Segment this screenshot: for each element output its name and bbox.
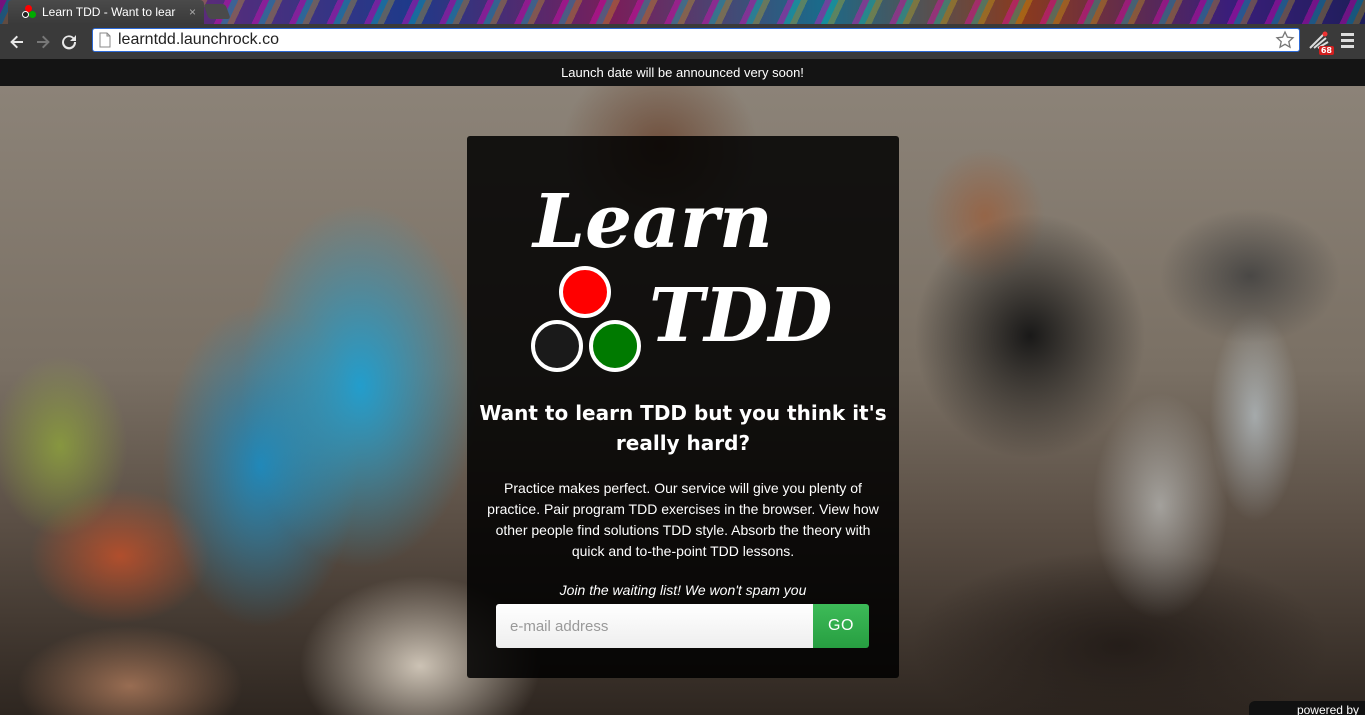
learn-tdd-favicon — [22, 5, 36, 19]
logo-word-tdd: TDD — [649, 273, 833, 359]
browser-toolbar: learntdd.launchrock.co 68 — [0, 24, 1365, 59]
powered-by-badge[interactable]: powered by — [1249, 701, 1365, 715]
arrow-right-icon — [37, 35, 50, 48]
email-field[interactable] — [496, 604, 813, 648]
hero-background: Learn TDD Want to learn TDD but you thin… — [0, 86, 1365, 715]
tab-close-icon[interactable]: × — [189, 5, 196, 19]
logo-dot-green — [589, 320, 641, 372]
go-button[interactable]: GO — [813, 604, 869, 648]
headline: Want to learn TDD but you think it's rea… — [479, 401, 887, 455]
page-icon — [99, 32, 111, 48]
arrow-left-icon — [10, 35, 23, 48]
logo-dot-black — [531, 320, 583, 372]
logo-dot-red — [559, 266, 611, 318]
waiting-list-text: Join the waiting list! We won't spam you — [559, 582, 807, 598]
address-bar[interactable]: learntdd.launchrock.co — [92, 28, 1300, 52]
url-text: learntdd.launchrock.co — [118, 31, 279, 48]
learn-tdd-logo: Learn TDD — [529, 182, 839, 382]
forward-button[interactable] — [30, 29, 56, 55]
new-tab-button[interactable] — [203, 4, 231, 19]
tab-title: Learn TDD - Want to lear — [42, 5, 176, 19]
tab-strip: Learn TDD - Want to lear × — [0, 0, 1365, 24]
browser-tab[interactable]: Learn TDD - Want to lear × — [8, 0, 204, 24]
extension-button[interactable]: 68 — [1308, 30, 1334, 55]
logo-word-learn: Learn — [533, 179, 773, 265]
reload-icon — [62, 34, 77, 49]
bookmark-star-icon[interactable] — [1275, 30, 1295, 50]
extension-badge: 68 — [1318, 46, 1334, 55]
announcement-bar: Launch date will be announced very soon! — [0, 59, 1365, 86]
back-button[interactable] — [4, 29, 30, 55]
browser-menu-icon[interactable] — [1338, 33, 1358, 51]
reload-button[interactable] — [56, 29, 82, 55]
description: Practice makes perfect. Our service will… — [487, 480, 879, 559]
signup-panel: Learn TDD Want to learn TDD but you thin… — [467, 136, 899, 678]
